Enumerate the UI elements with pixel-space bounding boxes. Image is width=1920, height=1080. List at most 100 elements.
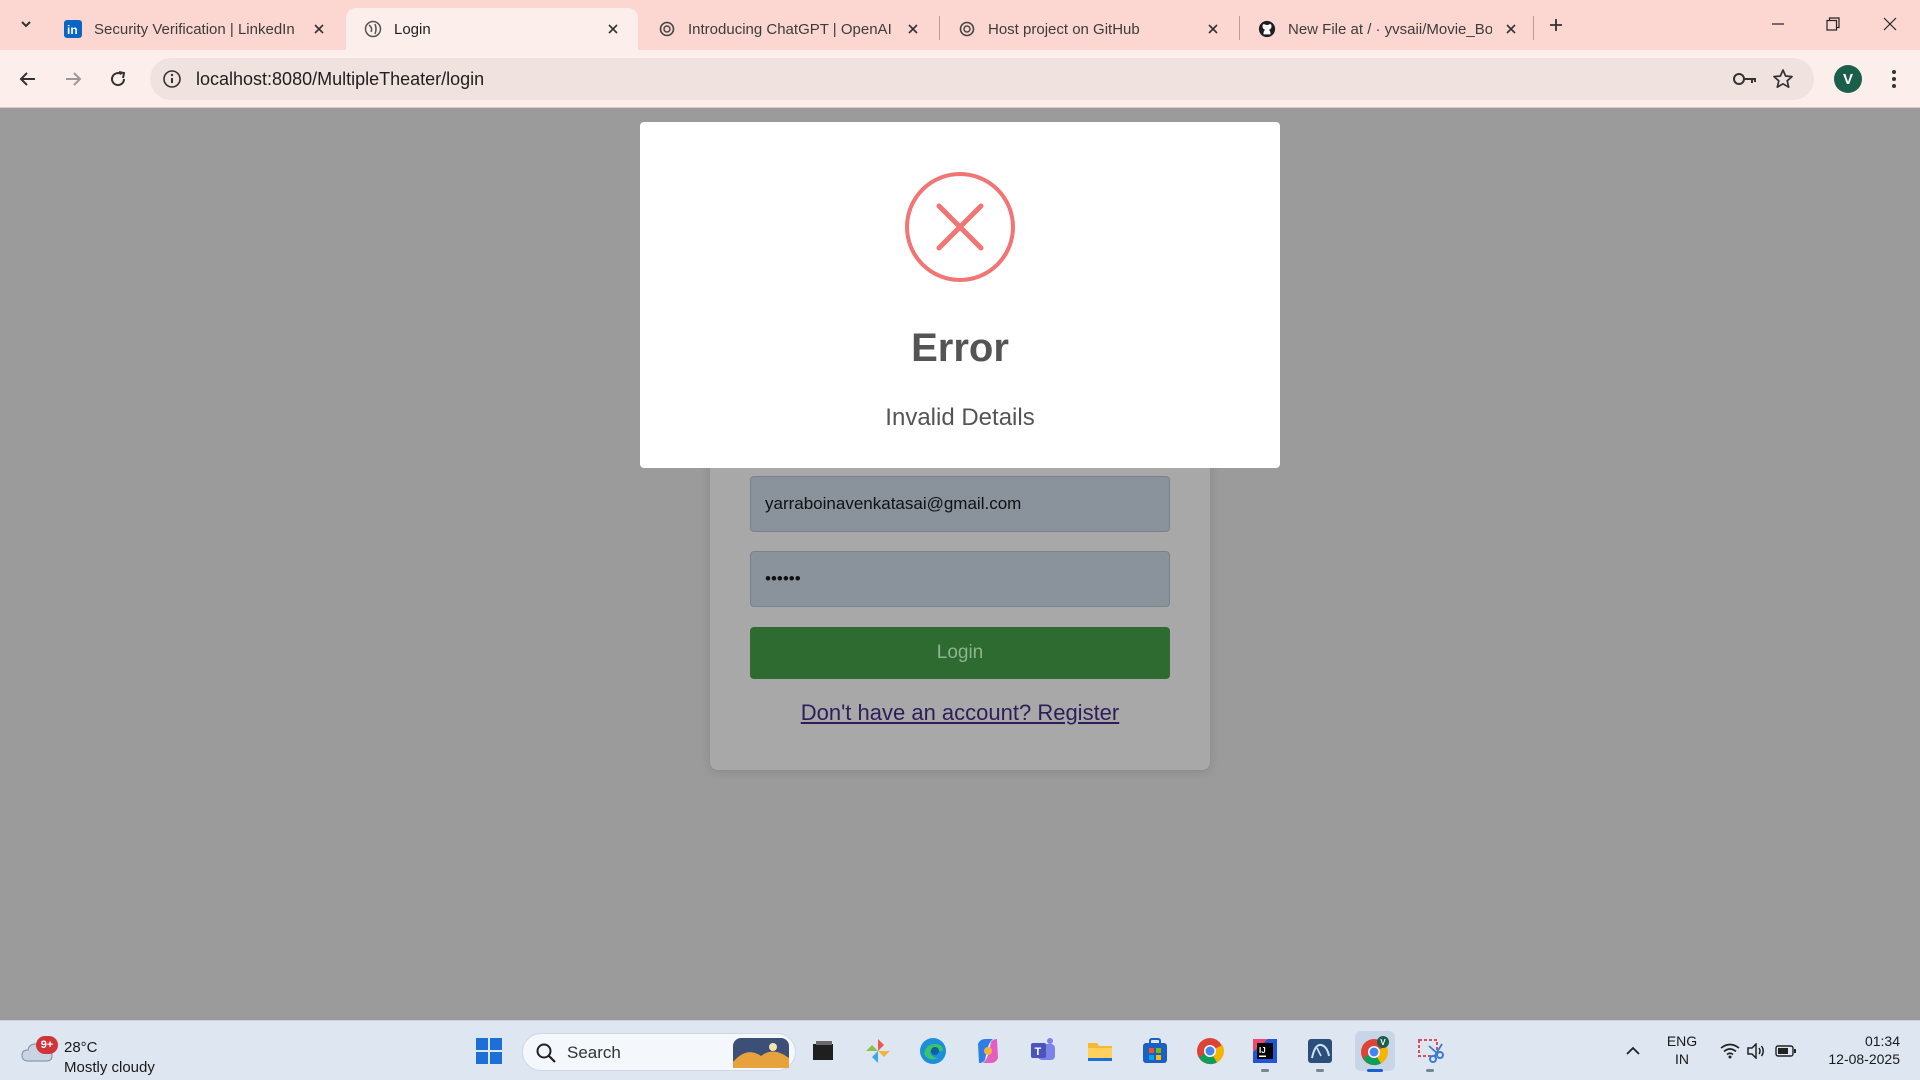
close-icon[interactable] [902,18,924,40]
task-view-button[interactable] [803,1031,843,1071]
notification-badge: 9+ [36,1036,58,1054]
dialog-title: Error [911,326,1009,370]
chevron-up-icon [1626,1046,1640,1055]
tab-title: Security Verification | LinkedIn [94,20,295,38]
region-code: IN [1675,1051,1689,1067]
search-label: Search [567,1043,621,1062]
app-file-explorer[interactable] [1080,1031,1120,1071]
svg-text:T: T [1035,1046,1042,1058]
plus-icon [1550,19,1562,31]
wifi-icon [1720,1043,1740,1059]
file-explorer-icon [1088,1043,1112,1061]
mysql-workbench-icon [1308,1039,1332,1063]
close-icon [1883,17,1897,31]
app-edge[interactable] [913,1031,953,1071]
chrome-profile-icon: V [1361,1036,1389,1066]
close-icon[interactable] [1500,18,1522,40]
chrome-icon [1197,1038,1224,1065]
tab-chatgpt[interactable]: Introducing ChatGPT | OpenAI [640,8,938,50]
svg-text:IJ: IJ [1259,1046,1266,1055]
register-link[interactable]: Don't have an account? Register [700,700,1220,726]
tab-login[interactable]: Login [346,8,638,50]
show-hidden-icons-button[interactable] [1618,1033,1648,1069]
browser-toolbar: localhost:8080/MultipleTheater/login V [0,50,1920,108]
svg-text:V: V [1380,1038,1386,1047]
address-bar[interactable]: localhost:8080/MultipleTheater/login [150,58,1814,100]
app-chrome-profile[interactable]: V [1355,1031,1395,1072]
start-icon [476,1038,502,1064]
more-vertical-icon [1892,70,1896,88]
teams-icon: T [1031,1038,1055,1060]
tab-linkedin[interactable]: in Security Verification | LinkedIn [46,8,344,50]
openai-icon [958,20,976,38]
url-text[interactable]: localhost:8080/MultipleTheater/login [196,69,484,90]
running-indicator [1261,1069,1269,1072]
app-store[interactable] [1135,1031,1175,1071]
reload-button[interactable] [100,61,136,97]
github-icon [1258,20,1276,38]
tab-search-button[interactable] [12,10,40,38]
openai-icon [658,20,676,38]
app-intellij[interactable]: IJ [1245,1031,1285,1072]
email-field[interactable]: yarraboinavenkatasai@gmail.com [750,476,1170,532]
battery-button[interactable] [1772,1033,1800,1069]
reload-icon [111,71,126,87]
copilot-icon [978,1039,998,1063]
app-chrome[interactable] [1190,1031,1230,1071]
app-teams[interactable]: T [1023,1031,1063,1071]
taskbar: 9+ 28°C Mostly cloudy Search T IJ V ENG … [0,1020,1920,1080]
app-snipping-tool[interactable] [1410,1031,1450,1072]
dialog-message: Invalid Details [885,404,1035,431]
taskbar-search[interactable]: Search [522,1033,796,1071]
task-view-icon [813,1041,833,1060]
weather-description: Mostly cloudy [64,1059,155,1076]
close-icon[interactable] [308,18,330,40]
snipping-tool-icon [1418,1039,1444,1063]
password-value: •••••• [765,569,801,588]
password-field[interactable]: •••••• [750,551,1170,607]
speaker-icon [1747,1043,1764,1059]
battery-icon [1775,1045,1796,1057]
close-window-button[interactable] [1868,6,1912,42]
edge-icon [920,1038,946,1064]
restore-button[interactable] [1811,6,1855,42]
tab-strip: in Security Verification | LinkedIn Logi… [0,0,1920,50]
minimize-button[interactable] [1756,6,1800,42]
app-mysql-workbench[interactable] [1300,1031,1340,1072]
app-copilot[interactable] [968,1031,1008,1071]
app-pinwheel[interactable] [858,1031,898,1071]
tab-title: Login [394,20,431,38]
site-info-icon[interactable] [160,67,184,91]
running-indicator [1367,1069,1383,1072]
volume-button[interactable] [1742,1033,1770,1069]
search-icon [536,1043,556,1063]
login-button[interactable]: Login [750,627,1170,679]
system-clock[interactable]: 01:34 12-08-2025 [1808,1032,1900,1068]
svg-text:in: in [67,23,78,37]
arrow-right-icon [66,72,82,86]
profile-avatar[interactable]: V [1834,65,1862,93]
tab-title: New File at / · yvsaii/Movie_Boo [1288,20,1492,38]
start-button[interactable] [469,1031,509,1071]
search-highlight-icon [733,1038,789,1068]
tab-new-file[interactable]: New File at / · yvsaii/Movie_Boo [1240,8,1536,50]
pinwheel-app-icon [866,1039,890,1063]
bookmark-star-icon[interactable] [1770,66,1796,92]
new-tab-button[interactable] [1540,11,1572,39]
wifi-button[interactable] [1716,1033,1744,1069]
weather-widget[interactable]: 9+ 28°C Mostly cloudy [20,1029,180,1076]
close-icon[interactable] [602,18,624,40]
browser-menu-button[interactable] [1880,65,1908,93]
clock-date: 12-08-2025 [1828,1051,1900,1067]
language-indicator[interactable]: ENG IN [1660,1032,1704,1068]
minimize-icon [1772,23,1784,25]
tab-title: Introducing ChatGPT | OpenAI [688,20,892,38]
globe-icon [364,20,382,38]
password-key-icon[interactable] [1730,67,1760,91]
tab-host-github[interactable]: Host project on GitHub [940,8,1238,50]
running-indicator [1426,1069,1434,1072]
back-button[interactable] [10,61,46,97]
close-icon[interactable] [1202,18,1224,40]
forward-button[interactable] [55,61,91,97]
email-value: yarraboinavenkatasai@gmail.com [765,494,1022,513]
